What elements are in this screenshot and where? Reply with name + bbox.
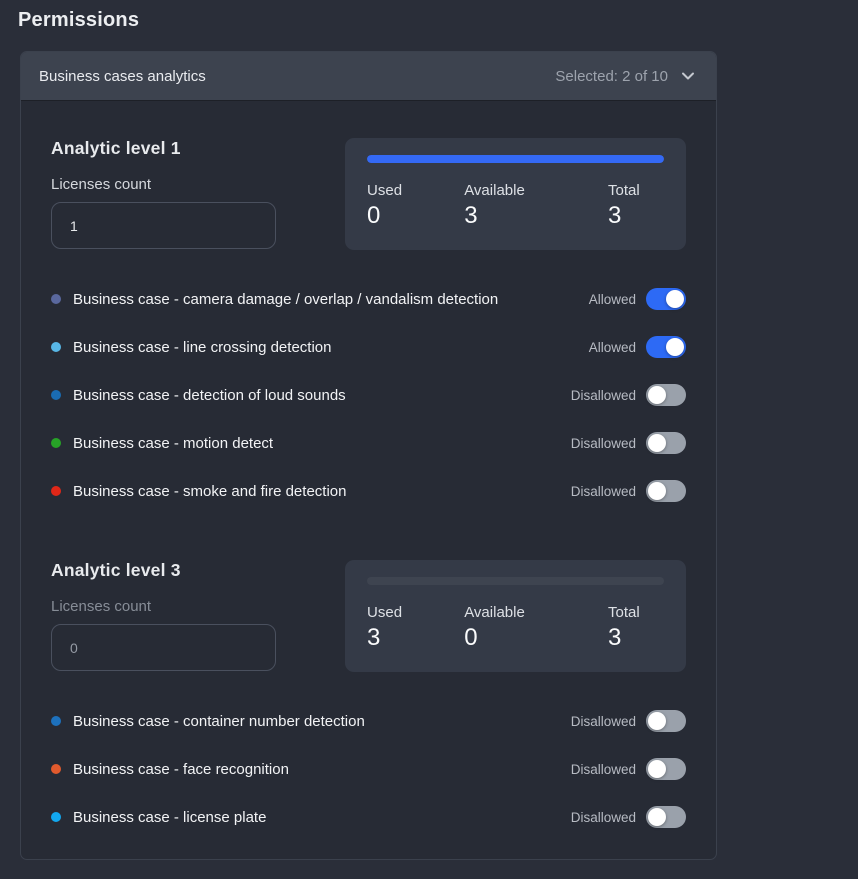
- toggle-knob: [648, 808, 666, 826]
- allow-toggle[interactable]: [646, 384, 686, 406]
- selected-count: Selected: 2 of 10: [555, 68, 668, 85]
- toggle-knob: [648, 482, 666, 500]
- panel-body: Analytic level 1 Licenses count Used 0: [21, 100, 716, 859]
- allow-toggle[interactable]: [646, 806, 686, 828]
- case-color-dot: [51, 390, 61, 400]
- case-color-dot: [51, 716, 61, 726]
- case-label: Business case - license plate: [73, 809, 266, 826]
- case-row-container-number: Business case - container number detecti…: [51, 709, 686, 733]
- section-left-level-3: Analytic level 3 Licenses count: [51, 560, 345, 671]
- status-label: Allowed: [589, 340, 636, 355]
- case-label: Business case - container number detecti…: [73, 713, 365, 730]
- status-label: Disallowed: [571, 484, 636, 499]
- case-label: Business case - face recognition: [73, 761, 289, 778]
- license-progress-bar: [367, 155, 664, 163]
- case-row-camera-damage: Business case - camera damage / overlap …: [51, 287, 686, 311]
- stat-used: Used 0: [367, 182, 423, 230]
- panel-header-title: Business cases analytics: [39, 68, 206, 85]
- status-label: Disallowed: [571, 436, 636, 451]
- case-label: Business case - motion detect: [73, 435, 273, 452]
- stat-total: Total 3: [608, 604, 664, 652]
- stat-available: Available 3: [464, 182, 525, 230]
- licenses-count-input-level-1[interactable]: [51, 202, 276, 249]
- stat-available-label: Available: [464, 182, 525, 199]
- status-label: Allowed: [589, 292, 636, 307]
- case-row-loud-sounds: Business case - detection of loud sounds…: [51, 383, 686, 407]
- section-heading: Analytic level 3: [51, 560, 345, 581]
- licenses-count-input-level-3[interactable]: [51, 624, 276, 671]
- stat-total-label: Total: [608, 604, 664, 621]
- case-label: Business case - line crossing detection: [73, 339, 331, 356]
- allow-toggle[interactable]: [646, 336, 686, 358]
- allow-toggle[interactable]: [646, 288, 686, 310]
- section-left-level-1: Analytic level 1 Licenses count: [51, 138, 345, 249]
- case-row-smoke-fire: Business case - smoke and fire detection…: [51, 479, 686, 503]
- case-row-face-recognition: Business case - face recognition Disallo…: [51, 757, 686, 781]
- stat-total-label: Total: [608, 182, 664, 199]
- status-label: Disallowed: [571, 762, 636, 777]
- case-row-motion-detect: Business case - motion detect Disallowed: [51, 431, 686, 455]
- case-label: Business case - detection of loud sounds: [73, 387, 346, 404]
- page-title: Permissions: [0, 0, 858, 32]
- allow-toggle[interactable]: [646, 480, 686, 502]
- case-color-dot: [51, 438, 61, 448]
- toggle-knob: [648, 760, 666, 778]
- stat-available: Available 0: [464, 604, 525, 652]
- panel-header-business-cases-analytics[interactable]: Business cases analytics Selected: 2 of …: [21, 52, 716, 100]
- case-color-dot: [51, 812, 61, 822]
- license-stats-card-level-1: Used 0 Available 3 Total 3: [345, 138, 686, 250]
- stat-used-label: Used: [367, 604, 423, 621]
- section-analytic-level-3: Analytic level 3 Licenses count Used 3: [51, 560, 686, 829]
- section-heading: Analytic level 1: [51, 138, 345, 159]
- case-label: Business case - camera damage / overlap …: [73, 291, 498, 308]
- stat-used: Used 3: [367, 604, 423, 652]
- allow-toggle[interactable]: [646, 432, 686, 454]
- stat-available-label: Available: [464, 604, 525, 621]
- case-color-dot: [51, 342, 61, 352]
- toggle-knob: [648, 712, 666, 730]
- case-color-dot: [51, 486, 61, 496]
- status-label: Disallowed: [571, 810, 636, 825]
- license-progress-bar: [367, 577, 664, 585]
- licenses-count-label: Licenses count: [51, 176, 345, 193]
- license-stats-card-level-3: Used 3 Available 0 Total 3: [345, 560, 686, 672]
- stat-total-value: 3: [608, 624, 664, 652]
- stat-total: Total 3: [608, 182, 664, 230]
- toggle-knob: [666, 338, 684, 356]
- case-color-dot: [51, 764, 61, 774]
- case-row-line-crossing: Business case - line crossing detection …: [51, 335, 686, 359]
- stat-used-label: Used: [367, 182, 423, 199]
- business-cases-panel: Business cases analytics Selected: 2 of …: [20, 51, 717, 860]
- toggle-knob: [648, 386, 666, 404]
- stat-available-value: 3: [464, 202, 525, 230]
- licenses-count-label: Licenses count: [51, 598, 345, 615]
- section-analytic-level-1: Analytic level 1 Licenses count Used 0: [51, 138, 686, 503]
- panel-header-right: Selected: 2 of 10: [555, 68, 696, 85]
- case-color-dot: [51, 294, 61, 304]
- chevron-down-icon[interactable]: [680, 68, 696, 84]
- stat-available-value: 0: [464, 624, 525, 652]
- stat-used-value: 0: [367, 202, 423, 230]
- license-progress-fill: [367, 155, 664, 163]
- status-label: Disallowed: [571, 388, 636, 403]
- allow-toggle[interactable]: [646, 758, 686, 780]
- case-row-license-plate: Business case - license plate Disallowed: [51, 805, 686, 829]
- stat-used-value: 3: [367, 624, 423, 652]
- stat-total-value: 3: [608, 202, 664, 230]
- toggle-knob: [648, 434, 666, 452]
- case-label: Business case - smoke and fire detection: [73, 483, 346, 500]
- status-label: Disallowed: [571, 714, 636, 729]
- toggle-knob: [666, 290, 684, 308]
- allow-toggle[interactable]: [646, 710, 686, 732]
